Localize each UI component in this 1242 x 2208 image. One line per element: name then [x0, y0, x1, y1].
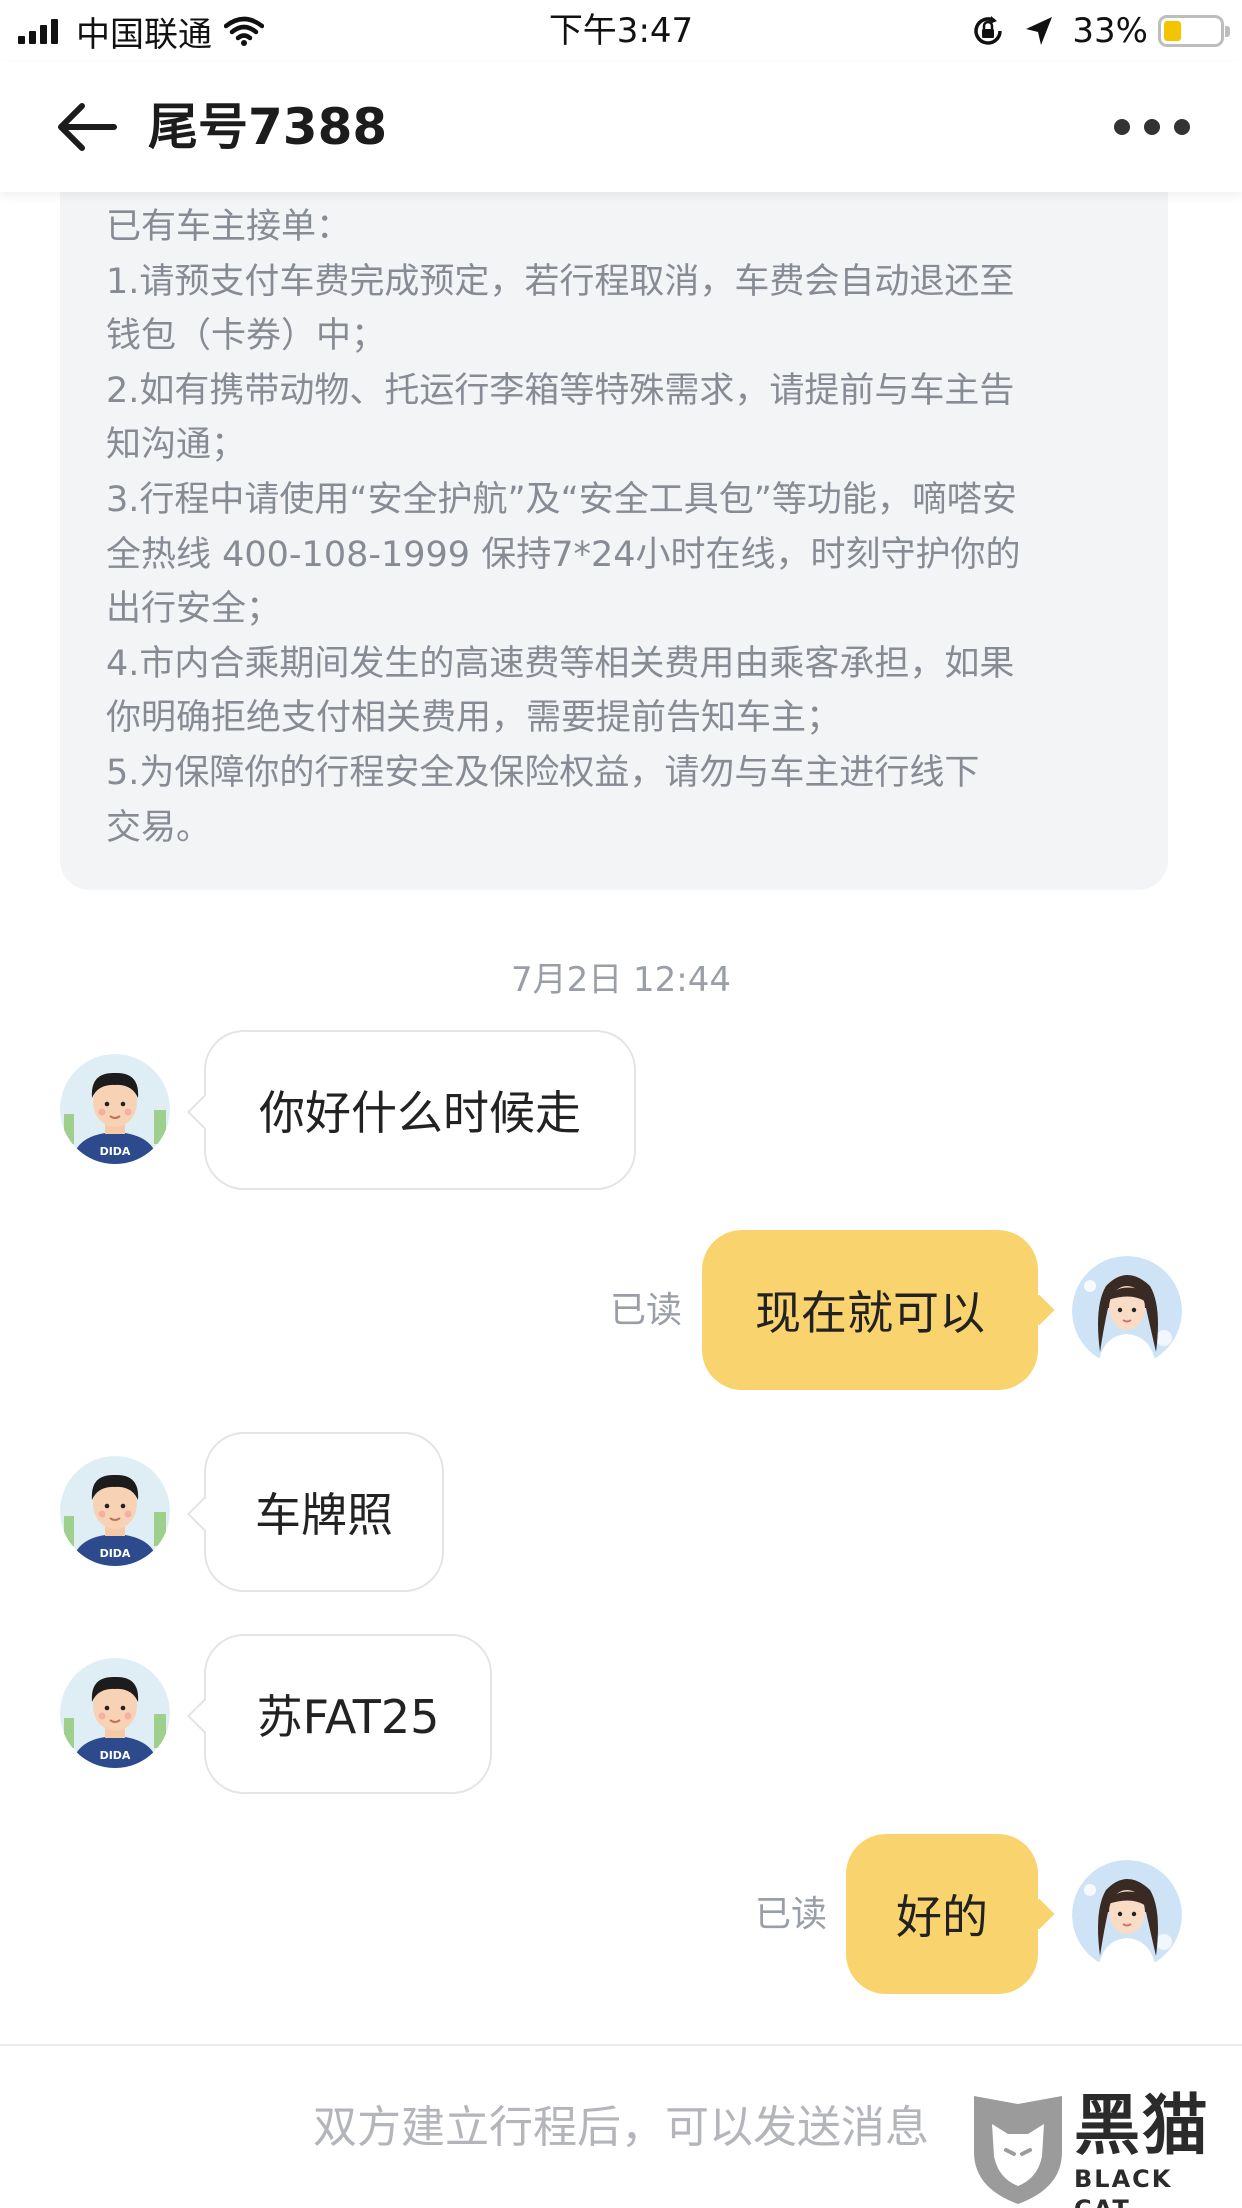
driver-avatar[interactable]: DIDA: [60, 1054, 170, 1164]
notice-line: 1.请预支付车费完成预定，若行程取消，车费会自动退还至: [106, 261, 1015, 302]
user-avatar[interactable]: [1072, 1256, 1182, 1366]
notice-line: 你明确拒绝支付相关费用，需要提前告知车主；: [106, 698, 842, 739]
ellipsis-icon[interactable]: [1114, 118, 1190, 136]
avatar-badge: DIDA: [100, 1547, 131, 1560]
order-notice-card: 已有车主接单： 1.请预支付车费完成预定，若行程取消，车费会自动退还至 钱包（卡…: [60, 150, 1168, 890]
battery-percent: 33%: [1072, 11, 1148, 51]
notice-line: 出行安全；: [106, 589, 282, 630]
black-cat-logo-icon: [974, 2096, 1062, 2204]
notice-line: 2.如有携带动物、托运行李箱等特殊需求，请提前与车主告: [106, 370, 1015, 411]
message-text: 苏FAT25: [256, 1690, 440, 1744]
message-timestamp: 7月2日 12:44: [510, 960, 732, 1000]
location-arrow-icon: [1026, 17, 1053, 45]
driver-avatar[interactable]: DIDA: [60, 1658, 170, 1768]
outgoing-message-bubble[interactable]: 好的: [846, 1834, 1038, 1994]
notice-line: 全热线 400-108-1999 保持7*24小时在线，时刻守护你的: [106, 534, 1021, 575]
watermark-title: 黑猫: [1074, 2087, 1210, 2164]
chat-screen: 中国联通 下午3:47 33% 尾号7388 已有车主接单： 1.请预支付车费完…: [0, 0, 1242, 2208]
status-bar-right: 33%: [970, 10, 1230, 52]
blackcat-watermark: 黑猫 BLACK CAT: [970, 2090, 1238, 2208]
notice-line: 3.行程中请使用“安全护航”及“安全工具包”等功能，嘀嗒安: [106, 479, 1017, 520]
battery-icon: [1158, 15, 1230, 47]
rotation-lock-icon: [974, 16, 1003, 45]
incoming-message-bubble[interactable]: 车牌照: [204, 1432, 444, 1592]
message-text: 好的: [896, 1890, 988, 1944]
notice-line: 已有车主接单：: [106, 207, 352, 247]
notice-line: 5.为保障你的行程安全及保险权益，请勿与车主进行线下: [106, 752, 980, 793]
incoming-message-bubble[interactable]: 苏FAT25: [204, 1634, 492, 1794]
watermark-subtitle: BLACK CAT: [1074, 2165, 1173, 2208]
read-status: 已读: [755, 1894, 828, 1935]
user-avatar[interactable]: [1072, 1860, 1182, 1970]
avatar-badge: DIDA: [100, 1749, 131, 1762]
arrow-left-icon[interactable]: [56, 102, 118, 152]
driver-avatar[interactable]: DIDA: [60, 1456, 170, 1566]
notice-line: 钱包（卡券）中；: [106, 316, 387, 357]
outgoing-message-bubble[interactable]: 现在就可以: [702, 1230, 1038, 1390]
message-text: 现在就可以: [755, 1286, 985, 1340]
read-status: 已读: [610, 1290, 683, 1331]
notice-line: 交易。: [106, 807, 212, 848]
navigation-bar: 尾号7388: [0, 62, 1242, 192]
notice-line: 4.市内合乘期间发生的高速费等相关费用由乘客承担，如果: [106, 643, 1015, 684]
incoming-message-bubble[interactable]: 你好什么时候走: [204, 1030, 636, 1190]
message-text: 车牌照: [255, 1488, 393, 1542]
message-text: 你好什么时候走: [259, 1086, 581, 1140]
avatar-badge: DIDA: [100, 1145, 131, 1158]
status-bar: 中国联通 下午3:47 33%: [0, 0, 1242, 62]
notice-line: 知沟通；: [106, 425, 247, 466]
page-title: 尾号7388: [148, 98, 388, 156]
